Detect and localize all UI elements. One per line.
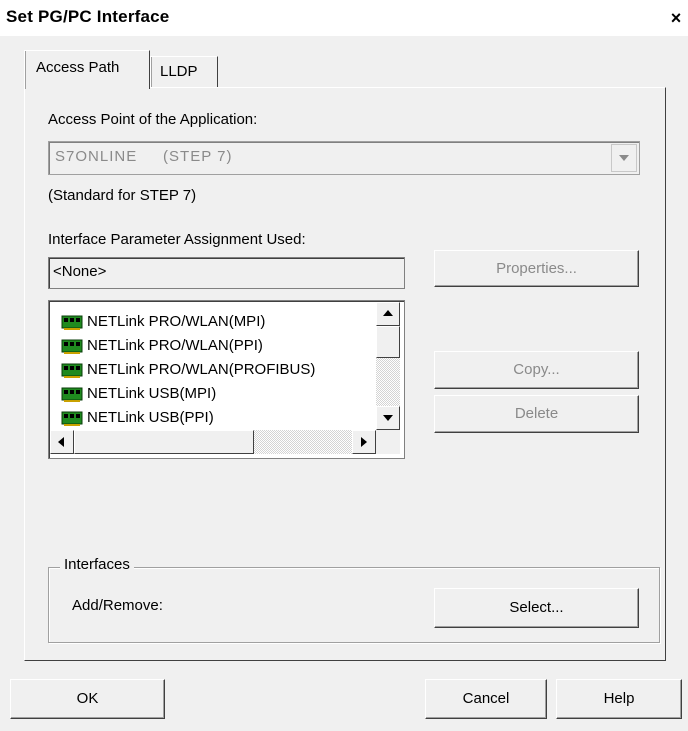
- cancel-button[interactable]: Cancel: [425, 679, 547, 719]
- scroll-up-button[interactable]: [376, 302, 400, 326]
- horizontal-scrollbar[interactable]: [50, 430, 376, 454]
- delete-button[interactable]: Delete: [434, 395, 639, 433]
- add-remove-label: Add/Remove:: [72, 597, 163, 614]
- scroll-left-button[interactable]: [50, 430, 74, 454]
- tab-lldp[interactable]: LLDP: [150, 56, 218, 88]
- list-item-label: NETLink PRO/WLAN(PROFIBUS): [87, 361, 316, 378]
- copy-button[interactable]: Copy...: [434, 351, 639, 389]
- list-item-label: NETLink PRO/WLAN(MPI): [87, 313, 266, 330]
- tab-access-path[interactable]: Access Path: [24, 50, 150, 89]
- interfaces-legend: Interfaces: [60, 556, 134, 573]
- arrow-down-icon: [383, 415, 393, 421]
- access-point-dropdown[interactable]: S7ONLINE (STEP 7): [48, 141, 640, 175]
- network-card-icon: [61, 315, 83, 330]
- chevron-down-icon: [619, 155, 629, 161]
- network-card-icon: [61, 387, 83, 402]
- list-item-label: NETLink USB(MPI): [87, 385, 217, 402]
- scroll-corner: [376, 430, 400, 454]
- arrow-right-icon: [361, 437, 367, 447]
- properties-button[interactable]: Properties...: [434, 250, 639, 287]
- tab-lldp-label: LLDP: [160, 63, 198, 80]
- access-point-value: S7ONLINE (STEP 7): [55, 148, 233, 165]
- scroll-down-button[interactable]: [376, 406, 400, 430]
- scroll-thumb[interactable]: [74, 430, 254, 454]
- access-point-label: Access Point of the Application:: [48, 111, 258, 128]
- window-title: Set PG/PC Interface: [6, 7, 170, 26]
- network-card-icon: [61, 411, 83, 426]
- list-item-label: NETLink USB(PPI): [87, 409, 214, 426]
- help-button[interactable]: Help: [556, 679, 682, 719]
- arrow-up-icon: [383, 310, 393, 316]
- scroll-right-button[interactable]: [352, 430, 376, 454]
- arrow-left-icon: [58, 437, 64, 447]
- vertical-scrollbar[interactable]: [376, 302, 400, 430]
- access-point-note: (Standard for STEP 7): [48, 187, 197, 204]
- dropdown-button[interactable]: [611, 144, 637, 172]
- interface-param-field: <None>: [48, 257, 405, 289]
- interface-param-value: <None>: [53, 263, 107, 280]
- interface-param-label: Interface Parameter Assignment Used:: [48, 231, 306, 248]
- select-button[interactable]: Select...: [434, 588, 639, 628]
- scroll-thumb[interactable]: [376, 326, 400, 358]
- network-card-icon: [61, 339, 83, 354]
- close-icon[interactable]: ×: [666, 8, 686, 28]
- ok-button[interactable]: OK: [10, 679, 165, 719]
- network-card-icon: [61, 363, 83, 378]
- list-item-label: NETLink PRO/WLAN(PPI): [87, 337, 263, 354]
- tab-access-path-label: Access Path: [36, 59, 120, 76]
